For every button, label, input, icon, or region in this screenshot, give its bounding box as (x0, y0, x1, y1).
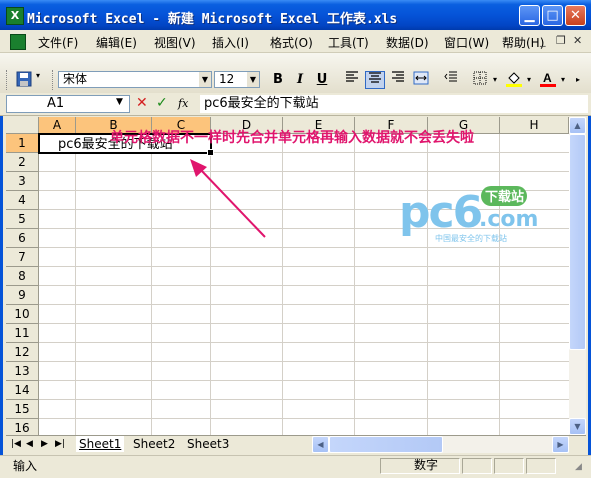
annotation-arrow-icon (190, 159, 266, 238)
maximize-icon: □ (546, 8, 559, 23)
close-button[interactable]: ✕ (565, 5, 586, 26)
menu-tools[interactable]: 工具(T) (328, 34, 369, 51)
workbook-icon[interactable] (10, 34, 26, 50)
formula-content: pc6最安全的下载站 (204, 96, 319, 111)
tab-sheet2[interactable]: Sheet2 (130, 436, 178, 452)
status-panel (526, 458, 556, 474)
merge-center-icon[interactable] (411, 71, 431, 89)
menu-help[interactable]: 帮助(H) (502, 34, 544, 51)
font-color-icon[interactable]: A (538, 71, 558, 89)
horizontal-scrollbar[interactable]: ◀ ▶ (312, 436, 569, 453)
decrease-indent-icon[interactable] (441, 71, 461, 89)
align-right-icon[interactable] (388, 71, 408, 89)
tab-sheet3[interactable]: Sheet3 (184, 436, 232, 452)
status-mode: 输入 (13, 459, 38, 473)
first-sheet-icon[interactable]: |◀ (11, 439, 21, 449)
status-panel (462, 458, 492, 474)
name-box[interactable]: A1 (6, 95, 130, 113)
chevron-down-icon[interactable]: ▾ (493, 75, 497, 84)
vertical-scroll-thumb[interactable] (569, 134, 586, 350)
num-lock-indicator: 数字 (414, 458, 439, 472)
font-name-select[interactable]: 宋体 ▼ (58, 71, 212, 88)
watermark-domain: .com (479, 207, 537, 232)
enter-icon[interactable]: ✓ (156, 95, 168, 111)
name-box-dropdown-icon[interactable]: ▼ (116, 97, 123, 107)
toolbar-grip[interactable] (6, 70, 10, 90)
resize-grip-icon[interactable]: ◢ (575, 462, 582, 472)
toolbar-options-icon[interactable]: ▾ (36, 71, 40, 80)
menu-window[interactable]: 窗口(W) (444, 34, 489, 51)
chevron-down-icon[interactable]: ▼ (247, 72, 259, 87)
align-center-icon[interactable] (365, 71, 385, 89)
minimize-button[interactable]: ▁ (519, 5, 540, 26)
watermark-slogan: 中国最安全的下载站 (435, 233, 507, 243)
insert-function-icon[interactable]: fx (178, 97, 188, 110)
font-size-select[interactable]: 12 ▼ (214, 71, 260, 88)
menu-insert[interactable]: 插入(I) (212, 34, 249, 51)
bold-button[interactable]: B (268, 71, 288, 89)
borders-icon[interactable] (470, 71, 490, 89)
maximize-button[interactable]: □ (542, 5, 563, 26)
status-panel (494, 458, 524, 474)
watermark-tag: 下载站 (485, 189, 524, 205)
scroll-down-icon[interactable]: ▼ (569, 418, 586, 435)
next-sheet-icon[interactable]: ▶ (41, 439, 48, 449)
window-title: Microsoft Excel - 新建 Microsoft Excel 工作表… (27, 12, 398, 27)
pc6-watermark-logo: pc6 下载站 .com 中国最安全的下载站 (397, 183, 538, 248)
menu-file[interactable]: 文件(F) (38, 34, 78, 51)
menu-edit[interactable]: 编辑(E) (96, 34, 137, 51)
watermark-brand: pc6 (399, 187, 482, 238)
tab-sheet1[interactable]: Sheet1 (76, 436, 125, 452)
horizontal-scroll-thumb[interactable] (329, 436, 443, 453)
formula-input[interactable]: pc6最安全的下载站 (200, 95, 588, 113)
chevron-down-icon[interactable]: ▾ (527, 75, 531, 84)
menu-view[interactable]: 视图(V) (154, 34, 196, 51)
scroll-up-icon[interactable]: ▲ (569, 117, 586, 134)
scroll-right-icon[interactable]: ▶ (552, 436, 569, 453)
chevron-down-icon[interactable]: ▾ (561, 75, 565, 84)
doc-close-icon[interactable]: ✕ (573, 34, 582, 47)
menu-data[interactable]: 数据(D) (386, 34, 429, 51)
chevron-down-icon[interactable]: ▼ (199, 72, 211, 87)
prev-sheet-icon[interactable]: ◀ (26, 439, 33, 449)
name-box-value: A1 (47, 96, 65, 111)
doc-minimize-icon[interactable]: _ (540, 34, 546, 47)
italic-button[interactable]: I (290, 71, 310, 89)
menu-format[interactable]: 格式(O) (270, 34, 313, 51)
fill-color-icon[interactable] (504, 71, 524, 89)
vertical-scrollbar[interactable]: ▲ ▼ (569, 117, 586, 435)
svg-text:A: A (543, 71, 552, 85)
cancel-icon[interactable]: ✕ (136, 95, 148, 111)
save-icon[interactable] (14, 71, 34, 89)
annotation-text: 单元格数据不一样时先合并单元格再输入数据就不会丢失啦 (110, 130, 474, 146)
font-size-value: 12 (219, 72, 235, 86)
close-icon: ✕ (570, 8, 581, 23)
align-left-icon[interactable] (342, 71, 362, 89)
scroll-left-icon[interactable]: ◀ (312, 436, 329, 453)
font-name-value: 宋体 (63, 72, 88, 86)
excel-icon[interactable]: X (6, 7, 24, 25)
doc-restore-icon[interactable]: ❐ (556, 34, 566, 47)
minimize-icon: ▁ (524, 8, 535, 23)
last-sheet-icon[interactable]: ▶| (55, 439, 65, 449)
toolbar-grip-2[interactable] (52, 70, 56, 90)
toolbar-overflow-icon[interactable]: ▸ (576, 75, 580, 84)
underline-button[interactable]: U (312, 71, 332, 89)
worksheet-grid[interactable]: A B C D E F G H 1 2 3 4 5 6 7 8 9 10 11 … (6, 117, 569, 435)
